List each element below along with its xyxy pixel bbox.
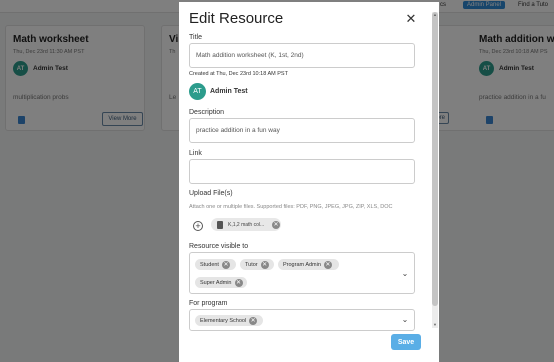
visible-to-label: Resource visible to [189,243,249,250]
title-input[interactable]: Math addition worksheet (K, 1st, 2nd) [189,43,415,68]
chip-label: Elementary School [200,317,247,324]
save-button[interactable]: Save [391,334,421,350]
chip-label: Program Admin [283,261,321,268]
created-at: Created at Thu, Dec 23rd 10:18 AM PST [189,71,288,77]
upload-label: Upload File(s) [189,190,233,197]
chevron-down-icon[interactable]: ⌄ [401,316,409,324]
link-label: Link [189,150,202,157]
scroll-up-icon[interactable]: ▲ [432,12,438,18]
visible-to-select[interactable]: Student ✕ Tutor ✕ Program Admin ✕ Super … [189,252,415,294]
file-chip: K,1,2 math col... ✕ [211,218,281,231]
program-label: For program [189,300,228,307]
add-file-icon[interactable]: + [193,221,203,231]
description-input[interactable]: practice addition in a fun way [189,118,415,143]
chevron-down-icon[interactable]: ⌄ [401,270,409,278]
link-input[interactable] [189,159,415,184]
close-icon[interactable]: ✕ [404,12,418,26]
chip-label: Tutor [245,261,258,268]
program-select[interactable]: Elementary School ✕ ⌄ [189,309,415,331]
description-label: Description [189,109,225,116]
chip-student: Student ✕ [195,259,236,270]
file-name: K,1,2 math col... [228,221,265,228]
author-name: Admin Test [210,88,248,95]
chip-elementary-school: Elementary School ✕ [195,315,263,326]
upload-hint: Attach one or multiple files. Supported … [189,204,393,210]
scroll-down-icon[interactable]: ▼ [432,322,438,328]
chip-label: Super Admin [200,279,232,286]
remove-chip-icon[interactable]: ✕ [260,260,269,269]
chip-label: Student [200,261,219,268]
remove-chip-icon[interactable]: ✕ [221,260,230,269]
chip-super-admin: Super Admin ✕ [195,277,247,288]
remove-chip-icon[interactable]: ✕ [249,316,258,325]
document-icon [217,220,223,229]
chip-tutor: Tutor ✕ [240,259,274,270]
modal-title: Edit Resource [189,10,284,27]
remove-chip-icon[interactable]: ✕ [323,260,332,269]
modal-scrollbar[interactable]: ▲ ▼ [432,12,438,328]
edit-resource-modal: Edit Resource ✕ Title Math addition work… [179,2,439,362]
remove-file-icon[interactable]: ✕ [272,220,280,229]
remove-chip-icon[interactable]: ✕ [234,278,243,287]
chip-program-admin: Program Admin ✕ [278,259,339,270]
title-label: Title [189,34,202,41]
scroll-thumb[interactable] [432,12,438,306]
avatar: AT [189,83,206,100]
